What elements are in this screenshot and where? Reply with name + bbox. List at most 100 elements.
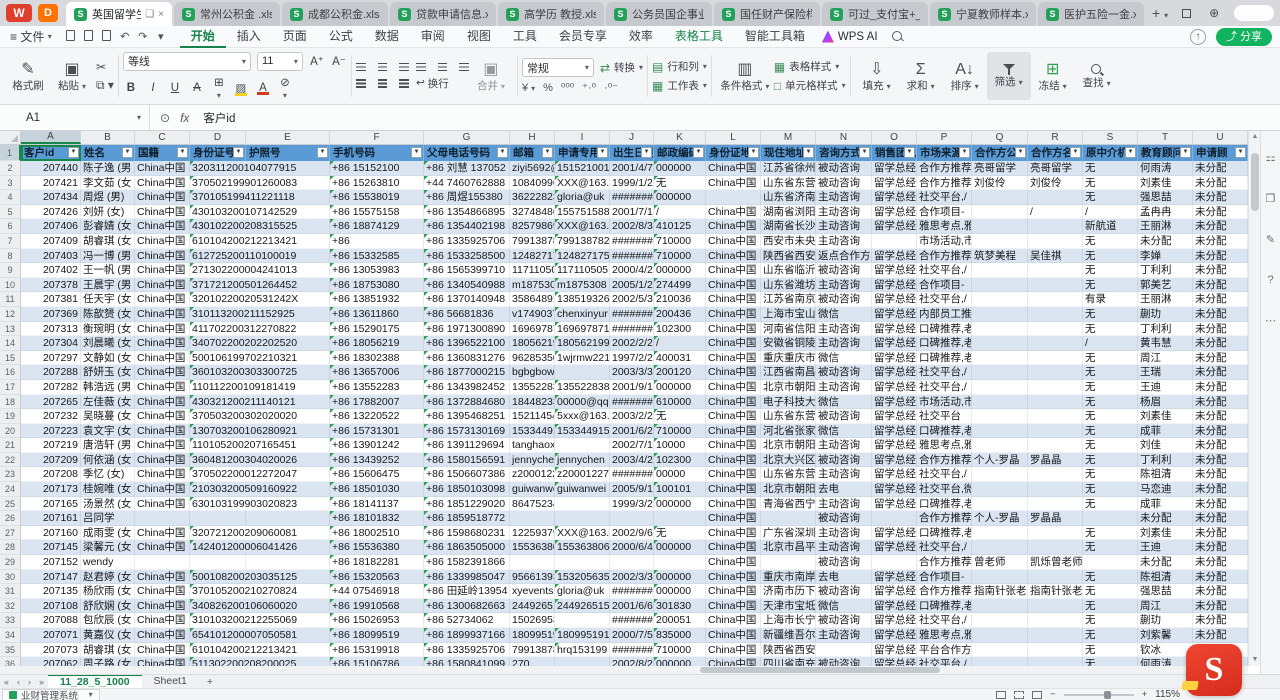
cell[interactable]: 000000: [654, 190, 706, 205]
insert-function-icon[interactable]: fx: [180, 111, 189, 125]
row-header-23[interactable]: 23: [0, 467, 21, 482]
cell[interactable]: 155363806: [555, 540, 610, 555]
cell[interactable]: [972, 643, 1028, 658]
cell[interactable]: 430103200107142529: [190, 205, 246, 220]
cell[interactable]: 207219: [21, 438, 81, 453]
cell[interactable]: 2001/6/28: [610, 424, 654, 439]
cell[interactable]: 汤景然 (女: [81, 497, 135, 512]
cell[interactable]: 吴佳祺: [1028, 249, 1083, 264]
cell[interactable]: 筑梦美程: [972, 249, 1028, 264]
cell[interactable]: 周江: [1138, 599, 1193, 614]
cell[interactable]: /: [654, 205, 706, 220]
cell[interactable]: China中国: [706, 657, 761, 666]
cell[interactable]: +86 1339985047: [424, 570, 510, 585]
quickbar-more-icon[interactable]: ▾: [152, 30, 170, 43]
cell[interactable]: 207173: [21, 482, 81, 497]
cell[interactable]: ########: [610, 613, 654, 628]
cell[interactable]: 口碑推荐,老: [917, 526, 972, 541]
cell[interactable]: 平台合作方: [917, 643, 972, 658]
column-header-R[interactable]: R: [1028, 131, 1083, 144]
cell[interactable]: 301830: [654, 599, 706, 614]
cell[interactable]: +86 18753080: [330, 278, 424, 293]
cell[interactable]: 赵君婷 (女: [81, 570, 135, 585]
cell[interactable]: 北京市昌平: [761, 540, 816, 555]
cell[interactable]: [555, 438, 610, 453]
cell[interactable]: China中国: [706, 161, 761, 176]
cell[interactable]: /: [1083, 336, 1138, 351]
cell[interactable]: 274499: [654, 278, 706, 293]
cell[interactable]: China中国: [135, 176, 190, 191]
filter-dropdown-icon[interactable]: ▼: [1235, 147, 1246, 158]
properties-icon[interactable]: ⚏: [1266, 151, 1276, 164]
cell[interactable]: 142401200006041426: [190, 540, 246, 555]
cell[interactable]: +86 1360831276: [424, 351, 510, 366]
cell[interactable]: 000000: [654, 380, 706, 395]
thousands-icon[interactable]: ⁰⁰⁰: [561, 81, 574, 94]
formula-value[interactable]: 客户id: [203, 110, 235, 126]
cell[interactable]: 刘晨曦 (女: [81, 336, 135, 351]
cell[interactable]: China中国: [706, 555, 761, 570]
cell[interactable]: 未分配: [1193, 205, 1248, 220]
cell[interactable]: 丁利利: [1138, 453, 1193, 468]
cell[interactable]: 唐浩轩 (男: [81, 438, 135, 453]
cell[interactable]: 102300: [654, 322, 706, 337]
align-center-icon[interactable]: [376, 78, 389, 88]
cell[interactable]: 100101: [654, 482, 706, 497]
cell[interactable]: ########: [610, 322, 654, 337]
cell[interactable]: 合作方推荐: [917, 584, 972, 599]
cell[interactable]: 500108200203035125: [190, 570, 246, 585]
row-header-11[interactable]: 11: [0, 292, 21, 307]
cell[interactable]: 244926515: [555, 599, 610, 614]
cell[interactable]: 蒯玏: [1138, 307, 1193, 322]
cell[interactable]: 207208: [21, 467, 81, 482]
cell[interactable]: 244926515: [510, 599, 555, 614]
cell[interactable]: 四川省南充: [761, 657, 816, 666]
cell[interactable]: 留学总经办: [872, 482, 917, 497]
cell[interactable]: [1028, 424, 1083, 439]
cell[interactable]: 2003/4/2: [610, 453, 654, 468]
cell[interactable]: z20001227: [510, 467, 555, 482]
cell[interactable]: m1875308: [510, 278, 555, 293]
cell[interactable]: 无: [654, 526, 706, 541]
cell[interactable]: +86 15538019: [330, 190, 424, 205]
rows-cols-button[interactable]: ▤行和列 ▾: [652, 59, 707, 74]
cell[interactable]: bgbgbow@: [510, 365, 555, 380]
decrease-font-icon[interactable]: A⁻: [331, 54, 347, 68]
cell[interactable]: 社交平台,/: [917, 263, 972, 278]
bold-button[interactable]: B: [123, 82, 139, 94]
cell[interactable]: 凯烁曾老师: [1028, 555, 1083, 570]
cell[interactable]: 207297: [21, 351, 81, 366]
wps-ai-button[interactable]: WPS AI: [822, 31, 878, 43]
cell[interactable]: 207440: [21, 161, 81, 176]
cell[interactable]: 340702200202202520: [190, 336, 246, 351]
cell[interactable]: 罗晶晶: [1028, 511, 1083, 526]
cell[interactable]: 北京市朝阳: [761, 380, 816, 395]
cell[interactable]: 被动咨询: [816, 584, 872, 599]
document-tab[interactable]: S宁夏教师样本.xlsx: [930, 2, 1036, 26]
cell[interactable]: 138519326: [555, 292, 610, 307]
cell[interactable]: [972, 380, 1028, 395]
cell[interactable]: 124827175: [510, 249, 555, 264]
cell[interactable]: 207160: [21, 526, 81, 541]
cell[interactable]: +86 1335925706: [424, 234, 510, 249]
cell[interactable]: 612725200110100019: [190, 249, 246, 264]
cell[interactable]: 刘素佳: [1138, 409, 1193, 424]
cell[interactable]: +86 18302388: [330, 351, 424, 366]
row-header-8[interactable]: 8: [0, 249, 21, 264]
cell[interactable]: 社交平台,/: [917, 540, 972, 555]
cell[interactable]: 留学总经办: [872, 219, 917, 234]
cell[interactable]: [555, 555, 610, 570]
cell[interactable]: [1028, 628, 1083, 643]
header-cell[interactable]: 国籍▼: [135, 145, 190, 161]
document-tab[interactable]: S可过_支付宝+_滴滴: [822, 2, 928, 26]
cell[interactable]: China中国: [706, 380, 761, 395]
cell[interactable]: [654, 555, 706, 570]
cell[interactable]: 184482332: [510, 395, 555, 410]
file-menu[interactable]: ≡ 文件 ▾: [0, 28, 62, 45]
cell[interactable]: 任天宇 (女: [81, 292, 135, 307]
cell[interactable]: 个人-罗晶: [972, 511, 1028, 526]
currency-icon[interactable]: ¥ ▾: [522, 82, 535, 94]
cell[interactable]: 117110505: [555, 263, 610, 278]
cell[interactable]: 无: [1083, 161, 1138, 176]
filter-dropdown-icon[interactable]: ▼: [641, 147, 652, 158]
